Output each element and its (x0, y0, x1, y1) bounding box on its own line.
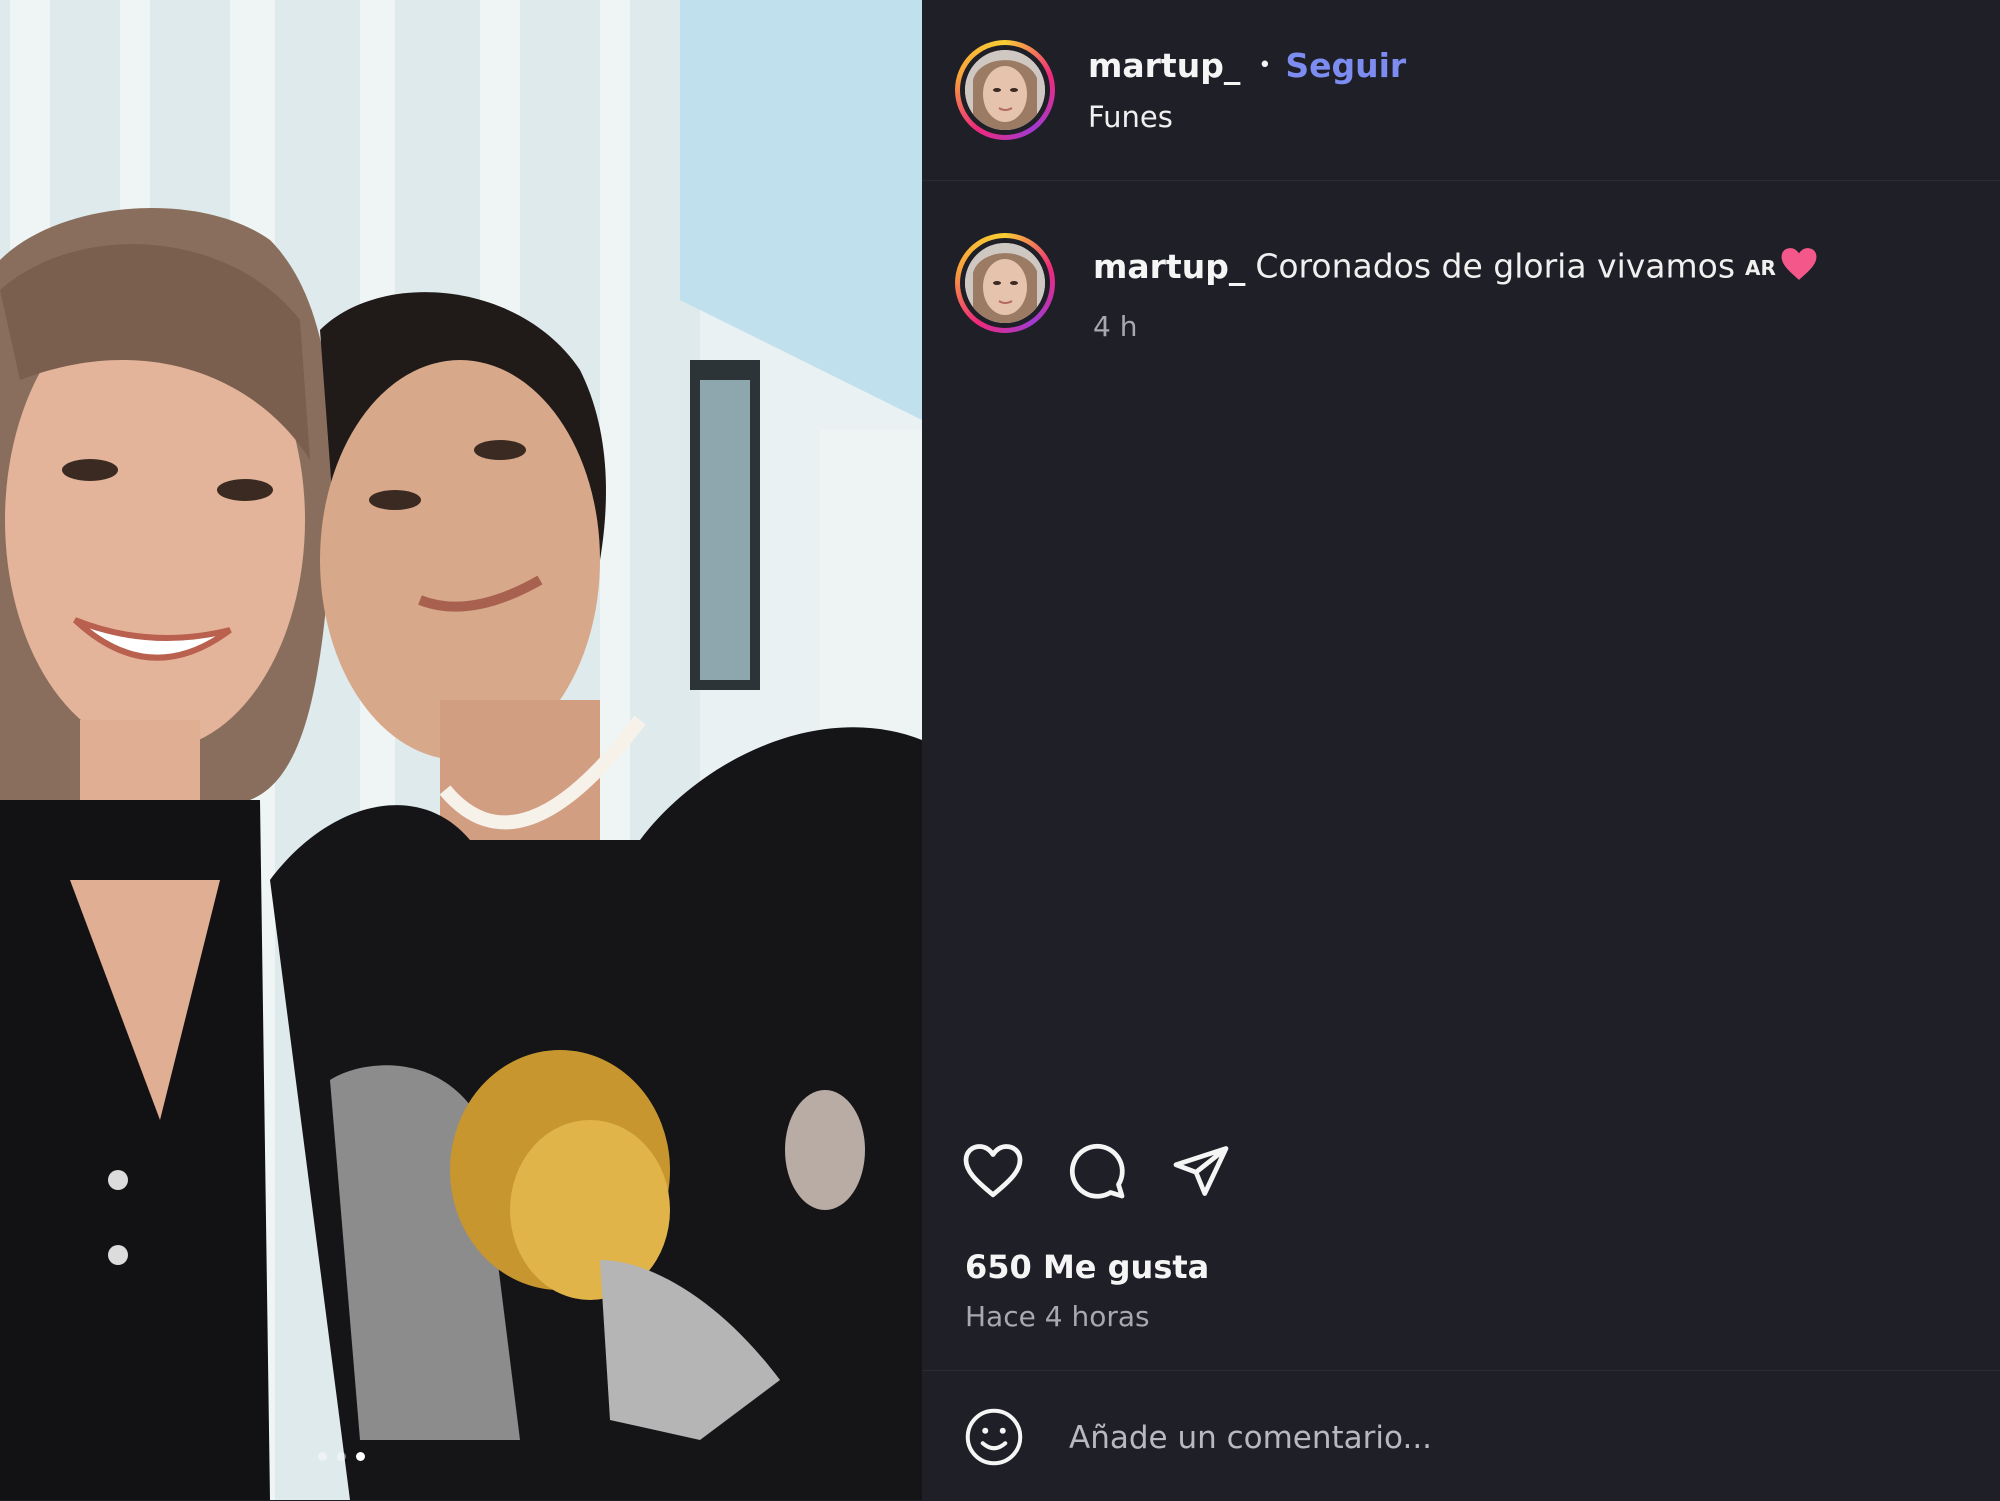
caption-body: Coronados de gloria vivamos (1255, 246, 1736, 286)
caption-text: martup_ Coronados de gloria vivamos AR (1093, 246, 1818, 290)
carousel-dot-active (356, 1452, 365, 1461)
comment-input[interactable] (1067, 1411, 1831, 1465)
follow-button[interactable]: Seguir (1285, 46, 1406, 85)
heart-emoji-icon (1780, 246, 1818, 290)
likes-count[interactable]: 650 Me gusta (965, 1248, 1209, 1286)
comment-button[interactable] (1066, 1140, 1128, 1202)
emoji-picker-button[interactable] (964, 1407, 1024, 1467)
caption-timestamp: 4 h (1093, 310, 1138, 343)
post-timestamp: Hace 4 horas (965, 1300, 1150, 1333)
post-photo[interactable] (0, 0, 922, 1500)
share-button[interactable] (1170, 1140, 1232, 1202)
smiley-icon (965, 1408, 1023, 1466)
post-header: martup_ • Seguir Funes (922, 0, 2000, 181)
avatar-image (965, 243, 1045, 323)
carousel-indicator (318, 1452, 365, 1461)
caption-avatar[interactable] (955, 233, 1055, 333)
action-bar (962, 1140, 1232, 1202)
post-details-panel: martup_ • Seguir Funes martup_ Coronados … (922, 0, 2000, 1500)
post-location[interactable]: Funes (1088, 100, 1173, 134)
paper-plane-icon (1173, 1146, 1229, 1196)
author-avatar[interactable] (955, 40, 1055, 140)
caption-username[interactable]: martup_ (1093, 247, 1245, 286)
photo-illustration (0, 0, 922, 1500)
heart-icon (963, 1144, 1023, 1198)
carousel-dot (337, 1452, 346, 1461)
comment-bubble-icon (1069, 1143, 1125, 1199)
separator-dot: • (1258, 53, 1272, 78)
like-button[interactable] (962, 1140, 1024, 1202)
carousel-dot (318, 1452, 327, 1461)
comment-bar (922, 1370, 2000, 1501)
author-username[interactable]: martup_ (1088, 46, 1240, 85)
flag-argentina: AR (1745, 256, 1776, 280)
avatar-image (965, 50, 1045, 130)
author-row: martup_ • Seguir (1088, 46, 1406, 85)
caption: martup_ Coronados de gloria vivamos AR 4 h (922, 230, 2000, 380)
